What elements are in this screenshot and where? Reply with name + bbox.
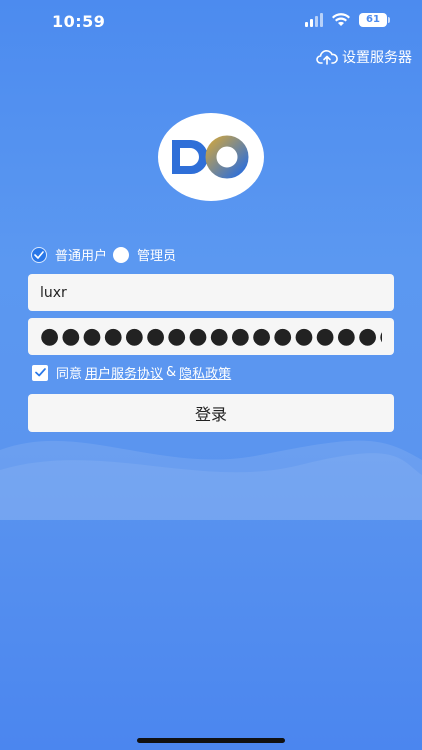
cloud-upload-icon <box>316 50 338 65</box>
app-logo <box>158 113 264 201</box>
signal-icon <box>305 13 323 27</box>
checkmark-icon <box>34 368 46 377</box>
role-label-regular-user[interactable]: 普通用户 <box>55 245 107 264</box>
password-input[interactable] <box>28 318 394 355</box>
status-bar: 10:59 61 <box>0 0 422 40</box>
wifi-icon <box>332 13 350 26</box>
login-button[interactable]: 登录 <box>28 394 394 432</box>
checkmark-icon <box>34 250 44 259</box>
status-time: 10:59 <box>52 12 106 31</box>
battery-tip <box>388 17 390 23</box>
role-label-admin[interactable]: 管理员 <box>137 245 176 264</box>
radio-regular-user[interactable] <box>31 246 47 263</box>
server-settings-label: 设置服务器 <box>342 50 412 66</box>
battery-indicator: 61 <box>359 13 387 27</box>
home-indicator <box>137 738 285 743</box>
agreement-checkbox[interactable] <box>32 364 48 381</box>
agreement-row: 同意 用户服务协议 & 隐私政策 <box>32 363 234 382</box>
privacy-policy-link[interactable]: 隐私政策 <box>179 363 231 382</box>
radio-admin[interactable] <box>113 246 130 263</box>
agreement-separator: & <box>166 365 177 380</box>
terms-of-service-link[interactable]: 用户服务协议 <box>85 363 163 382</box>
server-settings-button[interactable]: 设置服务器 <box>316 46 412 68</box>
username-input[interactable] <box>28 274 394 311</box>
agreement-prefix: 同意 <box>56 367 83 382</box>
role-selector: 普通用户 管理员 <box>31 245 182 264</box>
